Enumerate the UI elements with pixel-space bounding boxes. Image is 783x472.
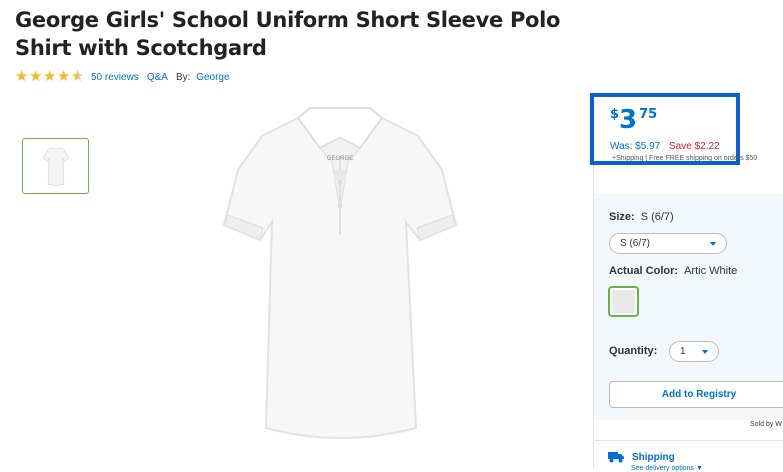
color-swatch-artic-white[interactable] xyxy=(608,286,639,317)
garment-brand-tag: GEORGE xyxy=(327,156,353,162)
was-price: Was: $5.97 xyxy=(610,141,661,152)
quantity-label-row: Quantity: xyxy=(609,345,657,357)
star-icon: ★ xyxy=(43,68,57,85)
savings-line: Was: $5.97 Save $2.22 xyxy=(610,141,720,152)
color-row: Actual Color: Artic White xyxy=(609,265,737,277)
size-label: Size: xyxy=(609,211,635,223)
sold-by: Sold by W xyxy=(750,421,782,428)
price-cents: 75 xyxy=(639,107,658,122)
quantity-label: Quantity: xyxy=(609,345,658,357)
brand-link[interactable]: George xyxy=(196,72,229,83)
price-dollars: 3 xyxy=(619,105,638,135)
by-label: By: xyxy=(175,71,191,83)
product-thumbnail[interactable] xyxy=(22,138,89,194)
current-price: $3 75 xyxy=(610,105,657,135)
star-rating[interactable]: ★ ★ ★ ★ ★ xyxy=(15,68,85,85)
shipping-header[interactable]: Shipping xyxy=(608,451,675,463)
add-to-registry-button[interactable]: Add to Registry xyxy=(609,381,783,408)
size-value: S (6/7) xyxy=(640,211,674,223)
divider xyxy=(594,440,783,441)
polo-shirt-thumbnail-image xyxy=(42,147,69,186)
swatch-fill xyxy=(612,290,635,313)
star-icon: ★ xyxy=(15,68,29,85)
truck-icon xyxy=(608,452,624,463)
color-label: Actual Color: xyxy=(609,265,679,277)
star-icon: ★ xyxy=(57,68,71,85)
quantity-value: 1 xyxy=(680,346,686,357)
qa-link[interactable]: Q&A xyxy=(147,72,168,83)
chevron-down-icon xyxy=(710,241,716,246)
brand-byline: By: George xyxy=(176,72,238,83)
reviews-link[interactable]: 50 reviews xyxy=(91,72,139,83)
star-icon: ★ xyxy=(29,68,43,85)
rating-row: ★ ★ ★ ★ ★ 50 reviews Q&A By: George xyxy=(15,68,238,85)
quantity-dropdown[interactable]: 1 xyxy=(669,341,719,362)
size-row: Size: S (6/7) xyxy=(609,211,674,223)
size-dropdown-value: S (6/7) xyxy=(620,238,651,249)
product-title: George Girls' School Uniform Short Sleev… xyxy=(15,8,561,60)
chevron-down-icon xyxy=(702,349,708,354)
color-value: Artic White xyxy=(684,265,738,277)
half-star-icon: ★ xyxy=(71,68,85,85)
save-amount: Save $2.22 xyxy=(669,141,720,152)
shipping-label: Shipping xyxy=(632,451,675,463)
polo-shirt-main-image[interactable]: GEORGE xyxy=(210,100,470,460)
shipping-note: +Shipping | Free FREE shipping on orders… xyxy=(612,155,758,162)
currency-symbol: $ xyxy=(610,107,620,122)
size-dropdown[interactable]: S (6/7) xyxy=(609,233,727,254)
